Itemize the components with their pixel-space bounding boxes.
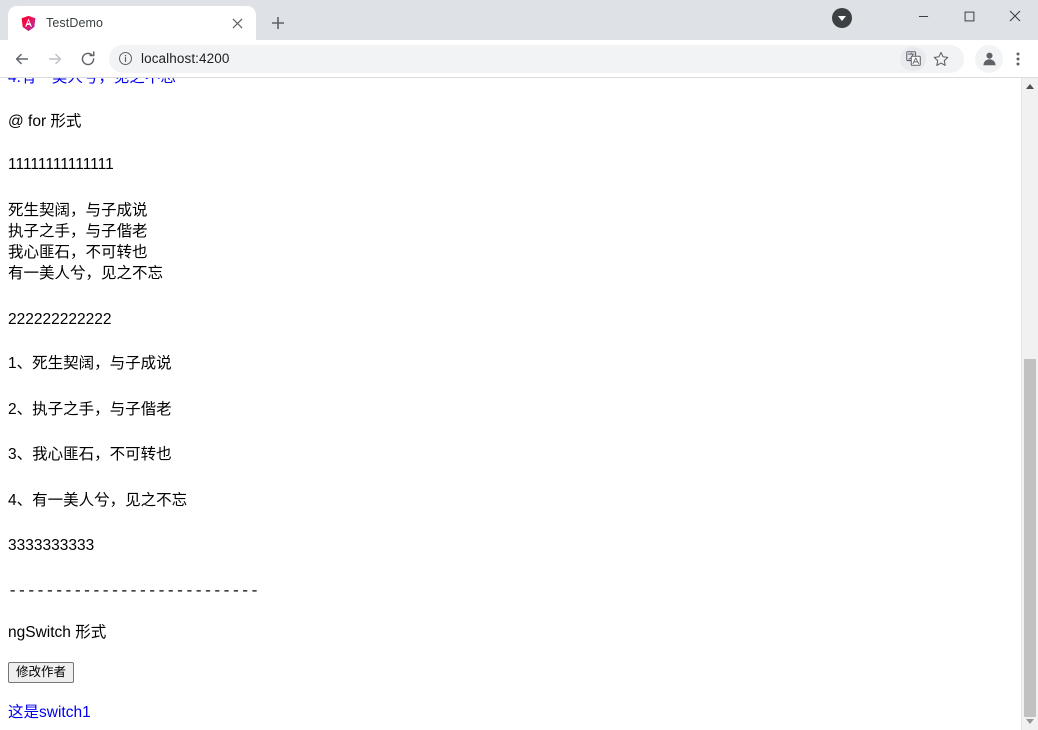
tab-search-icon[interactable] bbox=[832, 8, 852, 28]
numbered-line: 1、死生契阔，与子成说 bbox=[8, 355, 172, 372]
close-tab-icon[interactable] bbox=[229, 15, 246, 32]
address-bar[interactable]: localhost:4200 bbox=[109, 44, 964, 73]
maximize-button[interactable] bbox=[946, 0, 992, 32]
change-author-button[interactable]: 修改作者 bbox=[8, 661, 75, 683]
scroll-up-button[interactable] bbox=[1022, 78, 1038, 95]
poem-line: 执子之手，与子偕老 bbox=[8, 222, 148, 240]
tab-strip: TestDemo bbox=[0, 0, 1038, 40]
switch-result-link[interactable]: 这是switch1 bbox=[8, 704, 1013, 721]
numbered-line: 2、执子之手，与子偕老 bbox=[8, 400, 172, 418]
tab-title: TestDemo bbox=[46, 16, 104, 30]
three-dot-menu-icon[interactable] bbox=[1004, 45, 1032, 73]
scrollbar-track[interactable] bbox=[1022, 95, 1038, 717]
star-icon[interactable] bbox=[928, 47, 954, 71]
scrollbar-thumb[interactable] bbox=[1024, 359, 1036, 717]
translate-icon[interactable] bbox=[900, 46, 926, 71]
angular-logo-icon bbox=[20, 15, 37, 32]
account-icon[interactable] bbox=[975, 44, 1003, 73]
new-tab-button[interactable] bbox=[264, 9, 292, 37]
page-content: 4.有一美人兮，见之不忘 @ for 形式 11111111111111 死生契… bbox=[0, 78, 1021, 730]
numbered-line: 3、我心匪石，不可转也 bbox=[8, 446, 172, 463]
back-button-icon[interactable] bbox=[6, 43, 38, 75]
change-author-row: 修改作者 bbox=[8, 661, 1013, 683]
forward-button-icon bbox=[39, 43, 71, 75]
numbered-line: 4、有一美人兮，见之不忘 bbox=[8, 491, 188, 509]
window-controls bbox=[900, 0, 1038, 32]
poem-line: 死生契阔，与子成说 bbox=[8, 201, 148, 219]
poem-line: 我心匪石，不可转也 bbox=[8, 243, 148, 261]
cut-top-link[interactable]: 4.有一美人兮，见之不忘 bbox=[8, 78, 1013, 86]
browser-tab[interactable]: TestDemo bbox=[8, 6, 256, 40]
page-scrollbar[interactable] bbox=[1021, 78, 1038, 730]
marker-twos: 222222222222 bbox=[8, 310, 112, 328]
separator-line: --------------------------- bbox=[8, 581, 260, 600]
marker-threes: 3333333333 bbox=[8, 537, 95, 554]
heading-ngswitch: ngSwitch 形式 bbox=[8, 624, 107, 641]
omnibox-actions bbox=[900, 46, 954, 71]
close-window-button[interactable] bbox=[992, 0, 1038, 32]
heading-for-syntax: @ for 形式 bbox=[8, 112, 82, 130]
poem-line: 有一美人兮，见之不忘 bbox=[8, 264, 164, 282]
poem-block-for: 死生契阔，与子成说 执子之手，与子偕老 我心匪石，不可转也 有一美人兮，见之不忘 bbox=[8, 200, 1013, 284]
browser-window: TestDemo localhost:4200 @ for 形式 1111111… bbox=[0, 0, 1038, 730]
minimize-button[interactable] bbox=[900, 0, 946, 32]
page-viewport: 4.有一美人兮，见之不忘 @ for 形式 11111111111111 死生契… bbox=[0, 78, 1038, 730]
address-bar-url[interactable]: localhost:4200 bbox=[141, 51, 229, 66]
marker-ones: 11111111111111 bbox=[8, 156, 114, 173]
page-info-icon[interactable] bbox=[118, 51, 133, 66]
browser-toolbar: localhost:4200 bbox=[0, 40, 1038, 78]
reload-button-icon[interactable] bbox=[72, 43, 104, 75]
